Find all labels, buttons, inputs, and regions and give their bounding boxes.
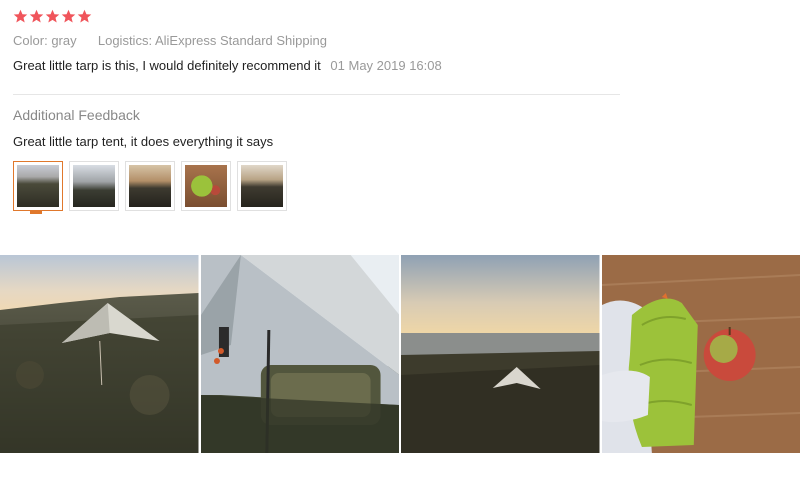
gallery-photo-4[interactable]	[601, 255, 800, 453]
review-meta: Color: gray Logistics: AliExpress Standa…	[13, 33, 327, 48]
divider	[13, 94, 620, 95]
thumbnail-image	[129, 165, 171, 207]
star-icon	[29, 9, 44, 24]
star-icon	[45, 9, 60, 24]
gallery-photo-2[interactable]	[200, 255, 399, 453]
thumbnail-5[interactable]	[237, 161, 287, 211]
thumbnail-image	[241, 165, 283, 207]
review-text: Great little tarp is this, I would defin…	[13, 58, 321, 73]
thumbnail-2[interactable]	[69, 161, 119, 211]
additional-feedback-text: Great little tarp tent, it does everythi…	[13, 134, 274, 149]
color-value: gray	[51, 33, 77, 48]
gallery-photo-1[interactable]	[0, 255, 199, 453]
thumbnail-image	[73, 165, 115, 207]
thumbnail-1[interactable]	[13, 161, 63, 214]
thumbnail-image	[185, 165, 227, 207]
additional-feedback-title: Additional Feedback	[13, 107, 140, 123]
color-label: Color:	[13, 33, 48, 48]
thumbnail-image	[17, 165, 59, 207]
logistics-value: AliExpress Standard Shipping	[154, 33, 327, 48]
logistics-label: Logistics:	[97, 33, 153, 48]
thumbnail-3[interactable]	[125, 161, 175, 211]
review-date: 01 May 2019 16:08	[330, 58, 442, 73]
star-icon	[61, 9, 76, 24]
gallery-photo-3[interactable]	[401, 255, 600, 453]
thumbnail-4[interactable]	[181, 161, 231, 211]
photo-gallery	[0, 255, 800, 453]
star-rating	[13, 9, 92, 24]
thumbnail-strip	[13, 161, 287, 214]
star-icon	[77, 9, 92, 24]
review-body: Great little tarp is this, I would defin…	[13, 58, 442, 73]
star-icon	[13, 9, 28, 24]
